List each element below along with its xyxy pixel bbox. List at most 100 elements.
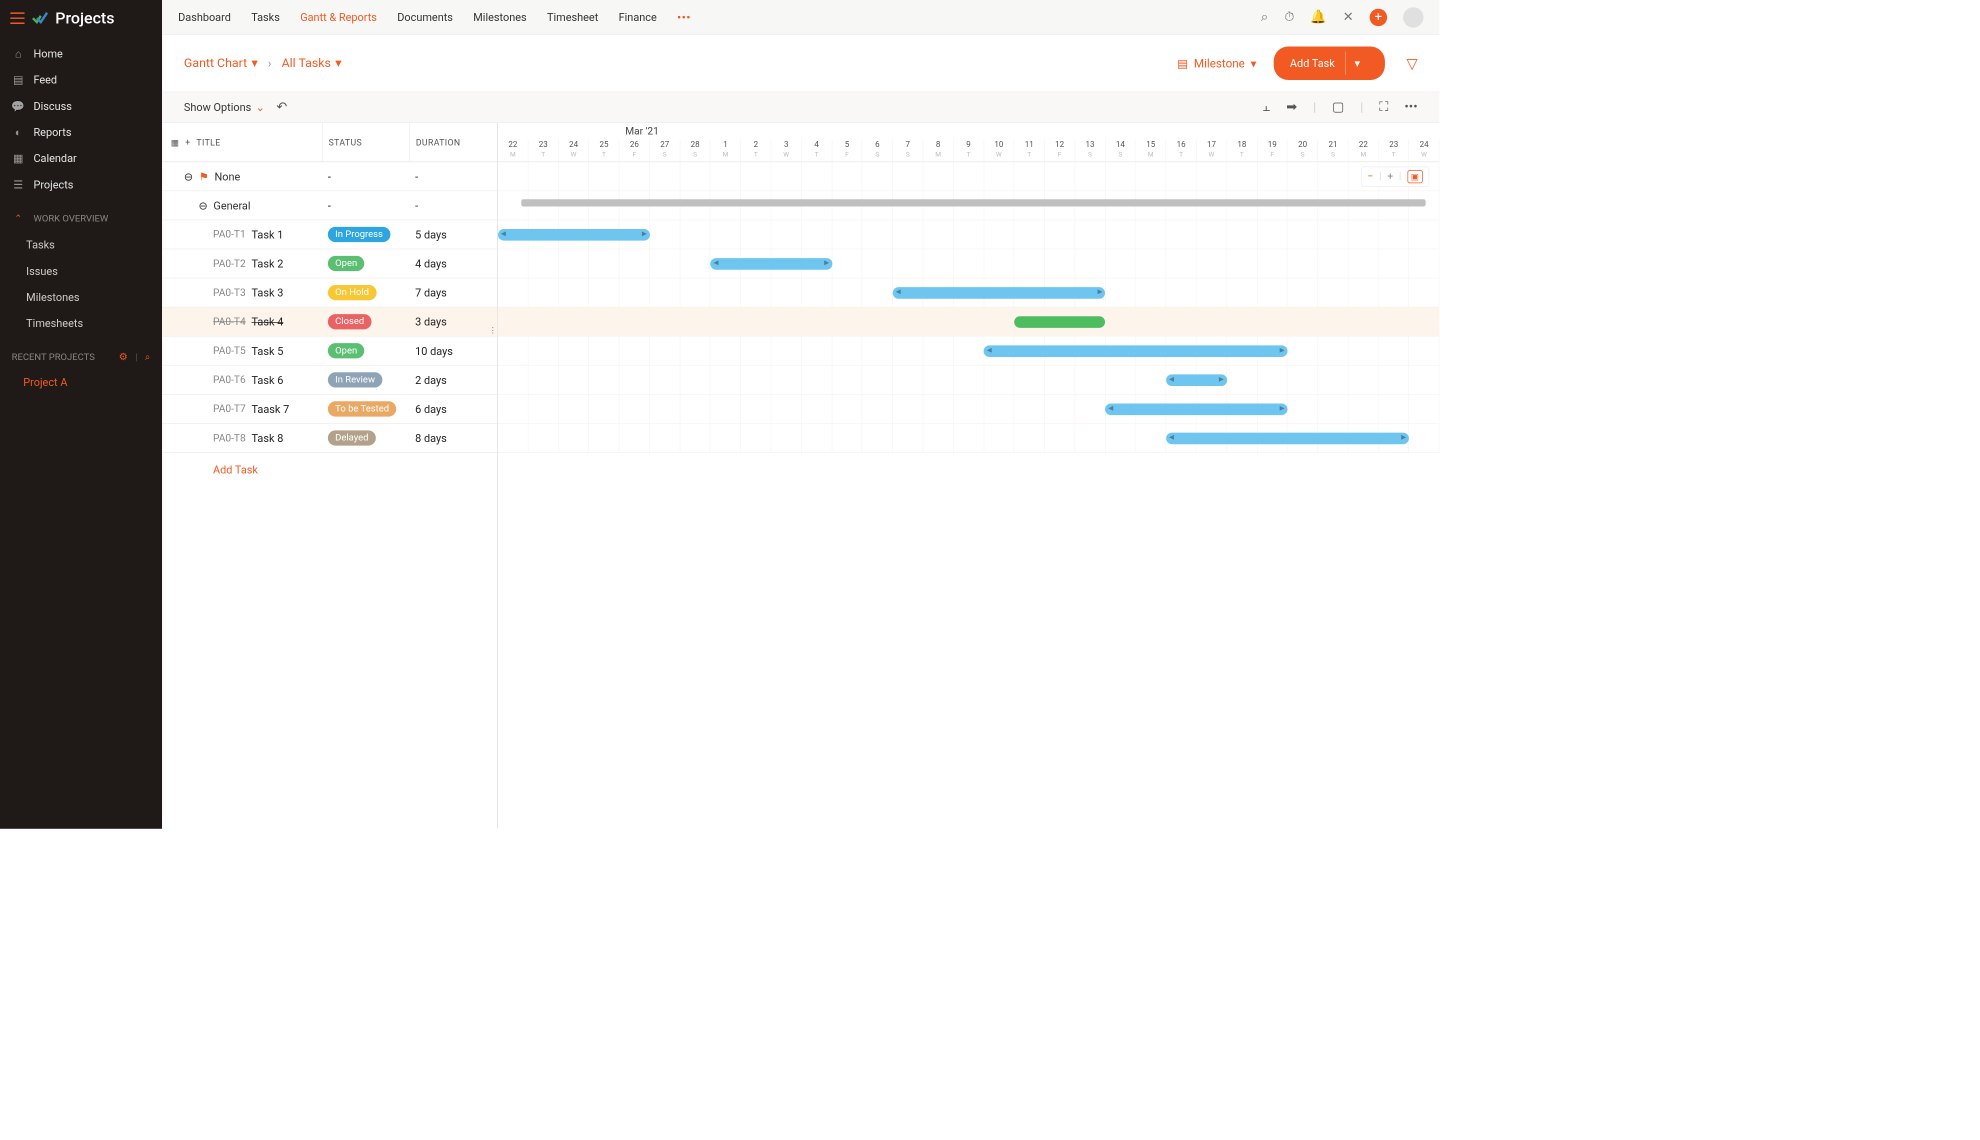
bar-handle-left[interactable]: ◀ [713,260,718,267]
bar-handle-right[interactable]: ▶ [1219,376,1224,383]
bar-handle-right[interactable]: ▶ [642,230,647,237]
status-pill[interactable]: In Review [328,372,382,387]
gantt-bar[interactable]: ◀▶ [984,345,1288,357]
nav-tabs: Dashboard Tasks Gantt & Reports Document… [178,11,691,24]
task-row[interactable]: PA0-T3 Task 3On Hold7 days [162,278,497,307]
undo-icon[interactable]: ↶ [276,100,287,115]
tab-milestones[interactable]: Milestones [473,11,526,24]
summary-bar[interactable] [522,199,1426,206]
sidebar-item-timesheets[interactable]: Timesheets [0,310,162,336]
settings-icon[interactable]: ⚙ [119,351,128,363]
sidebar-item-calendar[interactable]: ▦Calendar [0,145,162,171]
sidebar-item-tasks[interactable]: Tasks [0,232,162,258]
fullscreen-icon[interactable]: ⛶ [1379,100,1388,115]
gantt-group-row [498,162,1439,191]
gantt-bar[interactable]: ◀▶ [893,287,1106,299]
task-row[interactable]: PA0-T7 Taask 7To be Tested6 days [162,395,497,424]
bar-handle-left[interactable]: ◀ [1169,434,1174,441]
bar-handle-left[interactable]: ◀ [896,289,901,296]
bar-handle-right[interactable]: ▶ [1280,405,1285,412]
gantt-bar[interactable]: ◀▶ [1166,374,1227,386]
tab-timesheet[interactable]: Timesheet [547,11,598,24]
tab-documents[interactable]: Documents [397,11,453,24]
calendar-icon[interactable]: ▢ [1332,100,1344,115]
day-column: 14S [1105,140,1135,162]
indent-icon[interactable]: ➡ [1286,100,1297,115]
sidebar-item-discuss[interactable]: 💬Discuss [0,93,162,119]
bar-handle-right[interactable]: ▶ [824,260,829,267]
timer-icon[interactable]: ⏱ [1284,9,1294,24]
tab-finance[interactable]: Finance [619,11,657,24]
zoom-in-button[interactable]: + [1387,171,1393,183]
tab-more[interactable]: ••• [677,11,691,24]
all-tasks-dropdown[interactable]: All Tasks▾ [282,56,342,71]
more-icon[interactable]: ••• [1404,100,1417,115]
search-icon[interactable]: ⌕ [1261,9,1268,24]
sidebar-item-issues[interactable]: Issues [0,258,162,284]
gantt-bar[interactable]: ◀▶ [498,229,650,241]
sidebar-item-reports[interactable]: ◐Reports [0,119,162,145]
sidebar-item-home[interactable]: ⌂Home [0,41,162,67]
gantt-bar[interactable]: ◀▶ [1105,403,1287,415]
bar-handle-left[interactable]: ◀ [1108,405,1113,412]
bar-handle-left[interactable]: ◀ [987,347,992,354]
add-button[interactable]: + [1370,8,1387,25]
gantt-bar[interactable]: ◀▶ [1166,433,1409,445]
sidebar-section-work-overview[interactable]: ⌃WORK OVERVIEW [0,198,162,232]
show-options-dropdown[interactable]: Show Options⌄ [184,101,265,114]
status-pill[interactable]: On Hold [328,285,376,300]
col-status-header[interactable]: STATUS [322,123,409,162]
collapse-icon[interactable]: ⊖ [198,199,207,212]
group-row[interactable]: ⊖⚑None - - [162,162,497,191]
tab-gantt-reports[interactable]: Gantt & Reports [300,11,377,24]
bar-handle-right[interactable]: ▶ [1280,347,1285,354]
milestone-dropdown[interactable]: ▤Milestone▾ [1177,56,1256,70]
gantt-chart-dropdown[interactable]: Gantt Chart▾ [184,56,258,71]
tools-icon[interactable]: ✕ [1343,9,1354,24]
col-duration-header[interactable]: DURATION [409,123,497,162]
collapse-icon[interactable]: ⊖ [184,170,193,183]
add-task-button[interactable]: Add Task▾ [1274,47,1385,80]
status-pill[interactable]: Closed [328,314,372,329]
bar-handle-left[interactable]: ◀ [1169,376,1174,383]
tab-tasks[interactable]: Tasks [251,11,280,24]
tab-dashboard[interactable]: Dashboard [178,11,231,24]
search-icon[interactable]: ⌕ [145,351,151,363]
zoom-out-button[interactable]: − [1367,171,1373,183]
bar-handle-right[interactable]: ▶ [1097,289,1102,296]
plus-icon[interactable]: + [185,137,190,147]
status-pill[interactable]: Delayed [328,430,376,445]
status-pill[interactable]: To be Tested [328,401,396,416]
gantt-bar[interactable] [1014,316,1105,328]
task-row[interactable]: PA0-T5 Task 5Open10 days [162,337,497,366]
subgroup-row[interactable]: ⊖General - - [162,191,497,220]
filter-icon[interactable]: ▽ [1406,55,1417,72]
status-pill[interactable]: In Progress [328,227,390,242]
sidebar-item-projects[interactable]: ☰Projects [0,172,162,198]
sidebar-item-milestones[interactable]: Milestones [0,284,162,310]
task-row[interactable]: PA0-T6 Task 6In Review2 days [162,366,497,395]
avatar[interactable] [1403,7,1423,27]
task-row[interactable]: PA0-T1 Task 1In Progress5 days [162,220,497,249]
task-row[interactable]: PA0-T4 Task 4Closed3 days [162,308,497,337]
recent-project-item[interactable]: Project A [0,370,162,395]
today-button[interactable]: ▣ [1407,170,1423,183]
sidebar-item-feed[interactable]: ▤Feed [0,67,162,93]
add-task-split-dropdown[interactable]: ▾ [1345,52,1369,75]
bar-handle-left[interactable]: ◀ [501,230,506,237]
task-name: Task 1 [252,228,284,241]
gantt-row: ◀▶ [498,337,1439,366]
status-pill[interactable]: Open [328,256,365,271]
col-title-header[interactable]: ▦ + TITLE [162,137,322,147]
add-task-link[interactable]: Add Task [162,453,497,486]
day-column: 8M [923,140,953,162]
hamburger-icon[interactable] [10,12,25,24]
baseline-icon[interactable]: ⫠ [1262,100,1270,115]
bar-handle-right[interactable]: ▶ [1401,434,1406,441]
status-pill[interactable]: Open [328,343,365,358]
task-row[interactable]: PA0-T8 Task 8Delayed8 days [162,424,497,453]
task-row[interactable]: PA0-T2 Task 2Open4 days [162,249,497,278]
bell-icon[interactable]: 🔔 [1310,9,1326,24]
calendar-icon: ▦ [12,152,25,165]
gantt-bar[interactable]: ◀▶ [711,258,832,270]
